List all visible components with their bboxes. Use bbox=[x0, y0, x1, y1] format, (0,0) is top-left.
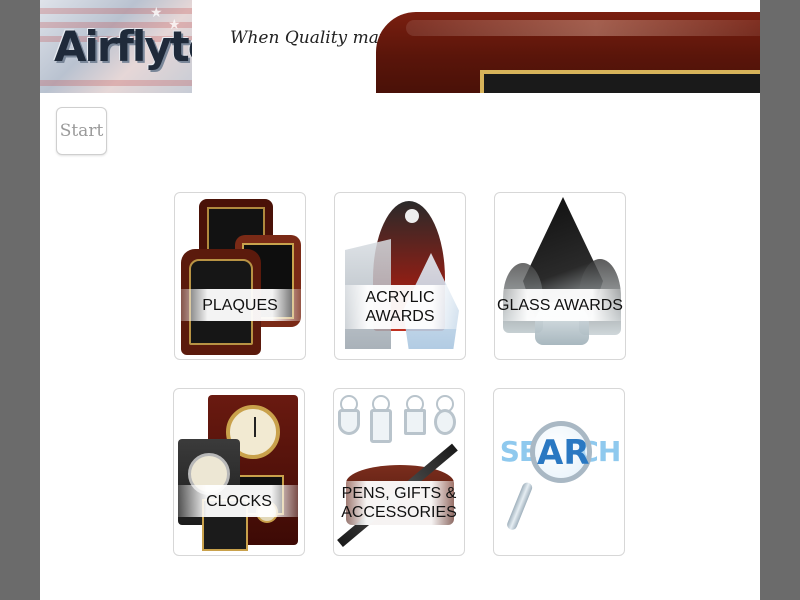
banner-plaque-plate bbox=[480, 70, 760, 93]
category-label: PLAQUES bbox=[175, 289, 305, 321]
magnifier-handle bbox=[505, 481, 534, 532]
star-icon: ★ bbox=[150, 4, 163, 20]
pens-gifts-image bbox=[334, 389, 464, 555]
category-tile-plaques[interactable]: PLAQUES bbox=[174, 192, 306, 360]
category-label-line: AWARDS bbox=[365, 308, 435, 325]
category-label-line: PENS, GIFTS & bbox=[341, 485, 457, 502]
glass-awards-image bbox=[495, 193, 625, 359]
plaques-image bbox=[175, 193, 305, 359]
search-word-magnified: AR bbox=[537, 433, 590, 473]
category-label-line: CLOCKS bbox=[206, 492, 272, 510]
logo[interactable]: ★ ★ Airflyte bbox=[40, 0, 192, 93]
category-label-line: GLASS AWARDS bbox=[497, 296, 623, 314]
category-tile-pens-gifts-accessories[interactable]: PENS, GIFTS & ACCESSORIES bbox=[333, 388, 465, 556]
acrylic-awards-image bbox=[335, 193, 465, 359]
flag-stripe bbox=[40, 80, 192, 86]
logo-text: Airflyte bbox=[54, 22, 192, 71]
search-image: SEARCH AR bbox=[494, 389, 624, 555]
category-label-line: ACRYLIC bbox=[365, 289, 435, 306]
category-label: ACRYLIC AWARDS bbox=[335, 285, 465, 329]
category-tile-search[interactable]: SEARCH AR bbox=[493, 388, 625, 556]
start-button[interactable]: Start bbox=[56, 107, 107, 155]
category-label: GLASS AWARDS bbox=[495, 289, 625, 321]
category-label: CLOCKS bbox=[174, 485, 304, 517]
clocks-image bbox=[174, 389, 304, 555]
page: ★ ★ Airflyte When Quality matters... Sta… bbox=[40, 0, 760, 600]
header-banner: ★ ★ Airflyte When Quality matters... bbox=[40, 0, 760, 93]
category-tile-acrylic-awards[interactable]: ACRYLIC AWARDS bbox=[334, 192, 466, 360]
category-label: PENS, GIFTS & ACCESSORIES bbox=[334, 481, 464, 525]
category-tile-glass-awards[interactable]: GLASS AWARDS bbox=[494, 192, 626, 360]
category-label-line: ACCESSORIES bbox=[341, 504, 457, 521]
category-tile-clocks[interactable]: CLOCKS bbox=[173, 388, 305, 556]
flag-stripe bbox=[40, 8, 192, 14]
category-label-line: PLAQUES bbox=[202, 296, 278, 314]
